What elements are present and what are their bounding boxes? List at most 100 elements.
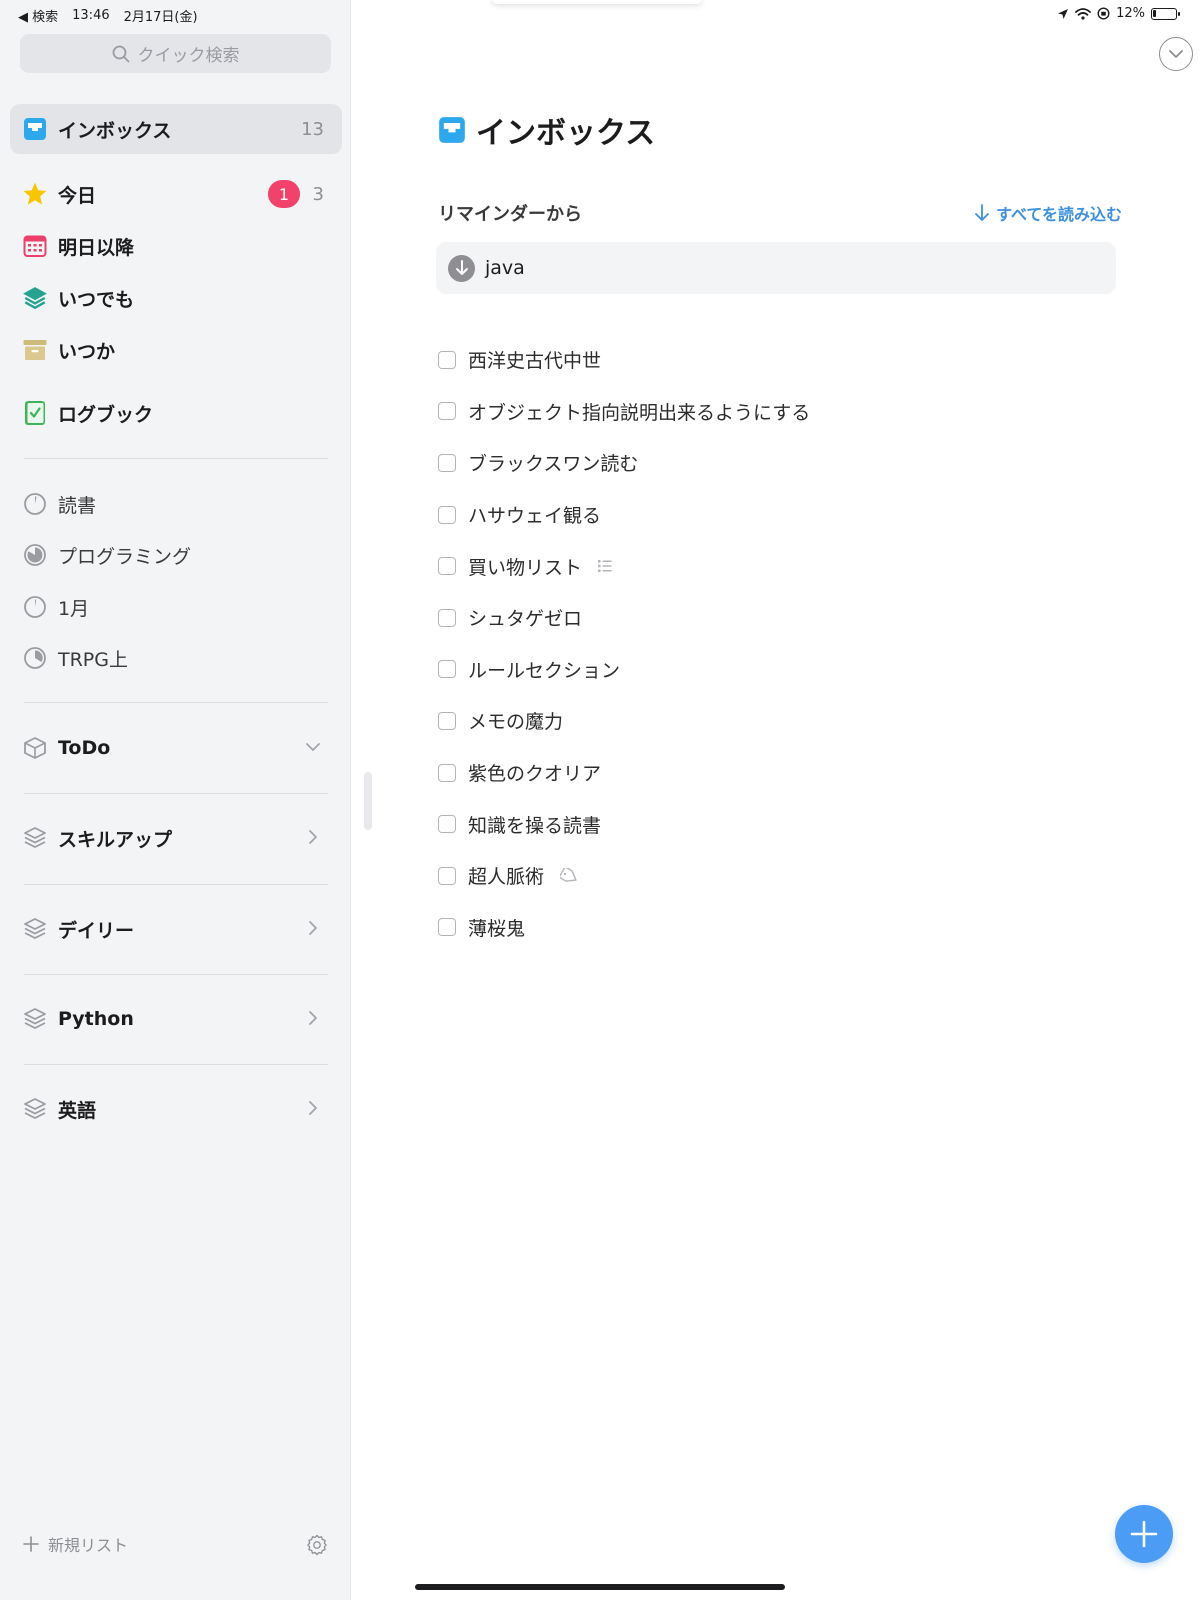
- task-checkbox[interactable]: [438, 711, 456, 730]
- sidebar-project-trpg[interactable]: TRPG上: [10, 636, 342, 680]
- main-content: インボックス リマインダーから すべてを読み込む java 西洋史古代中世 オブ…: [352, 0, 1199, 1600]
- project-label: 読書: [58, 494, 97, 517]
- task-title: ブラックスワン読む: [468, 453, 639, 476]
- chevron-down-icon[interactable]: [304, 738, 322, 761]
- app-window: ◀ 検索 13:46 2月17日(金) クイック検索 インボックス 13 今日 …: [0, 0, 1199, 1600]
- multitasking-handle[interactable]: [492, 0, 702, 4]
- task-item[interactable]: 紫色のクオリア: [438, 747, 1138, 799]
- task-title: シュタゲゼロ: [468, 608, 583, 631]
- area-label: 英語: [58, 1099, 97, 1122]
- task-checkbox[interactable]: [438, 557, 456, 576]
- sidebar-item-inbox[interactable]: インボックス 13: [10, 104, 342, 154]
- search-icon: [112, 45, 129, 62]
- task-checkbox[interactable]: [438, 608, 456, 627]
- status-bar-left: ◀ 検索 13:46 2月17日(金): [18, 6, 198, 25]
- task-checkbox[interactable]: [438, 505, 456, 524]
- checklist-icon: [598, 559, 612, 573]
- progress-pie-icon: [22, 645, 48, 671]
- chevron-right-icon[interactable]: [304, 1009, 322, 1032]
- gear-icon: [307, 1534, 327, 1556]
- task-checkbox[interactable]: [438, 350, 456, 369]
- sidebar-area-todo[interactable]: ToDo: [10, 726, 342, 770]
- layers-icon: [22, 285, 48, 311]
- task-checkbox[interactable]: [438, 866, 456, 885]
- task-item[interactable]: オブジェクト指向説明出来るようにする: [438, 386, 1138, 438]
- sidebar-item-today[interactable]: 今日 1 3: [10, 169, 342, 219]
- new-list-button[interactable]: 新規リスト: [22, 1532, 128, 1556]
- project-label: プログラミング: [58, 545, 192, 568]
- new-list-label: 新規リスト: [48, 1536, 129, 1555]
- sidebar-project-programming[interactable]: プログラミング: [10, 533, 342, 577]
- chevron-right-icon[interactable]: [304, 919, 322, 942]
- inbox-icon: [439, 117, 465, 143]
- add-task-button[interactable]: [1115, 1505, 1173, 1563]
- task-title: 紫色のクオリア: [468, 763, 602, 786]
- sidebar-item-label: 今日: [58, 184, 97, 207]
- task-item[interactable]: シュタゲゼロ: [438, 592, 1138, 644]
- task-list: 西洋史古代中世 オブジェクト指向説明出来るようにする ブラックスワン読む ハサウ…: [438, 334, 1138, 953]
- sidebar-area-daily[interactable]: デイリー: [10, 907, 342, 951]
- sidebar-item-label: いつか: [58, 340, 116, 363]
- inbox-icon: [22, 116, 48, 142]
- home-indicator[interactable]: [415, 1584, 785, 1590]
- reminder-item[interactable]: java: [436, 242, 1116, 294]
- task-title: 超人脈術: [468, 866, 545, 889]
- sidebar-area-english[interactable]: 英語: [10, 1087, 342, 1131]
- orientation-lock-icon: [1097, 7, 1110, 20]
- sidebar-item-logbook[interactable]: ログブック: [10, 388, 342, 438]
- import-all-button[interactable]: すべてを読み込む: [974, 201, 1122, 225]
- more-options-button[interactable]: [1159, 37, 1193, 71]
- task-title: オブジェクト指向説明出来るようにする: [468, 401, 811, 424]
- sidebar-area-skillup[interactable]: スキルアップ: [10, 816, 342, 860]
- task-checkbox[interactable]: [438, 402, 456, 421]
- sidebar-divider: [24, 1064, 328, 1065]
- chevron-down-icon: [1169, 50, 1183, 58]
- plus-icon: [23, 1536, 39, 1552]
- calendar-icon: [22, 233, 48, 259]
- status-time: 13:46: [72, 8, 110, 23]
- task-title: 薄桜鬼: [468, 917, 526, 940]
- sidebar-item-anytime[interactable]: いつでも: [10, 273, 342, 323]
- task-item[interactable]: ブラックスワン読む: [438, 437, 1138, 489]
- task-item[interactable]: 西洋史古代中世: [438, 334, 1138, 386]
- import-reminder-icon[interactable]: [448, 254, 475, 282]
- quick-search-field[interactable]: クイック検索: [20, 34, 331, 73]
- task-item[interactable]: 超人脈術: [438, 850, 1138, 902]
- sidebar-project-january[interactable]: 1月: [10, 585, 342, 629]
- chevron-right-icon[interactable]: [304, 1099, 322, 1122]
- area-label: Python: [58, 1008, 134, 1030]
- task-checkbox[interactable]: [438, 918, 456, 937]
- sidebar-project-reading[interactable]: 読書: [10, 482, 342, 526]
- task-title: ハサウェイ観る: [468, 505, 602, 528]
- task-checkbox[interactable]: [438, 815, 456, 834]
- settings-button[interactable]: [306, 1534, 328, 1560]
- status-date: 2月17日(金): [123, 10, 198, 25]
- sidebar-divider: [24, 702, 328, 703]
- sidebar-area-python[interactable]: Python: [10, 997, 342, 1041]
- stack-icon: [22, 916, 48, 942]
- progress-pie-icon: [22, 542, 48, 568]
- star-icon: [22, 181, 48, 207]
- task-checkbox[interactable]: [438, 763, 456, 782]
- task-item[interactable]: 薄桜鬼: [438, 902, 1138, 954]
- task-item[interactable]: メモの魔力: [438, 695, 1138, 747]
- task-checkbox[interactable]: [438, 660, 456, 679]
- section-title: リマインダーから: [438, 204, 582, 225]
- task-item[interactable]: ルールセクション: [438, 644, 1138, 696]
- area-label: ToDo: [58, 737, 111, 759]
- task-title: 西洋史古代中世: [468, 350, 602, 373]
- task-title: 知識を操る読書: [468, 814, 602, 837]
- task-item[interactable]: 買い物リスト: [438, 540, 1138, 592]
- chevron-right-icon[interactable]: [304, 828, 322, 851]
- task-checkbox[interactable]: [438, 453, 456, 472]
- task-item[interactable]: ハサウェイ観る: [438, 489, 1138, 541]
- sidebar-item-someday[interactable]: いつか: [10, 325, 342, 375]
- sidebar-item-upcoming[interactable]: 明日以降: [10, 221, 342, 271]
- stack-icon: [22, 1096, 48, 1122]
- back-to-search-button[interactable]: ◀ 検索: [18, 6, 58, 25]
- page-title-text: インボックス: [476, 116, 656, 151]
- task-item[interactable]: 知識を操る読書: [438, 798, 1138, 850]
- stack-icon: [22, 825, 48, 851]
- task-title: ルールセクション: [468, 659, 621, 682]
- sidebar-item-label: ログブック: [58, 403, 154, 426]
